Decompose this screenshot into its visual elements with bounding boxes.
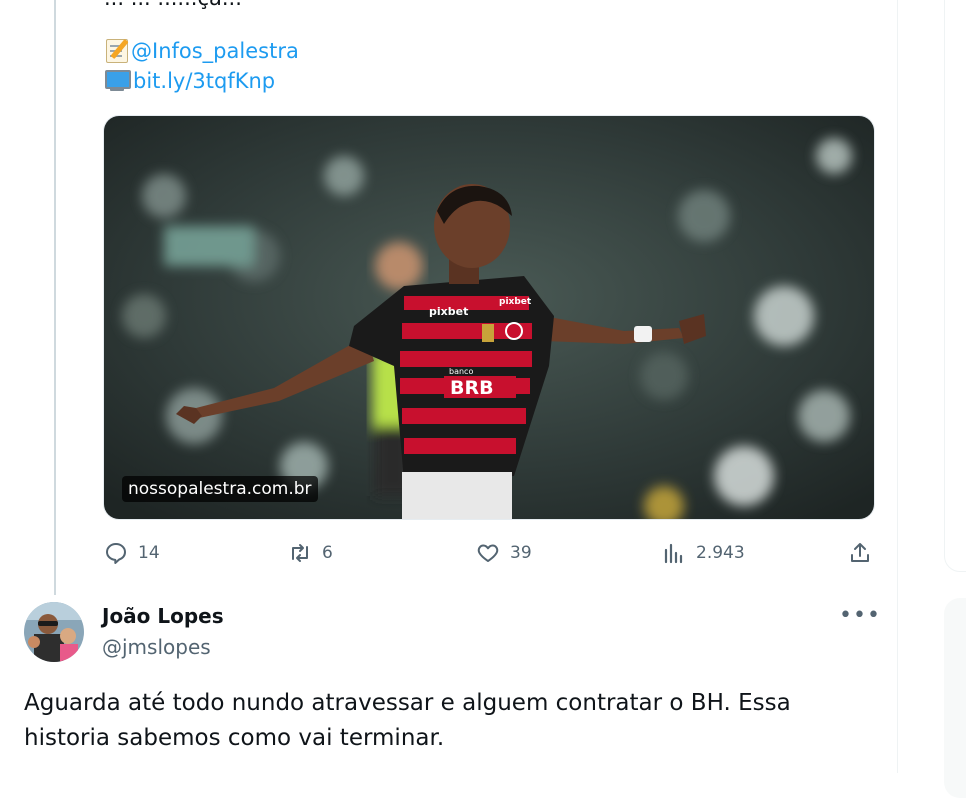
computer-icon	[104, 69, 131, 93]
timeline-column-border	[897, 0, 898, 773]
view-count: 2.943	[696, 543, 745, 563]
mention-link[interactable]: @Infos_palestra	[131, 39, 299, 63]
media-source-caption: nossopalestra.com.br	[122, 476, 318, 502]
player-photo: pixbet pixbet banco BRB	[104, 116, 874, 519]
views-button[interactable]: 2.943	[662, 536, 745, 570]
more-dots-icon: •••	[839, 603, 881, 628]
retweet-icon	[292, 544, 308, 562]
tweet-text-partial: ... ... ......çã...	[104, 0, 242, 10]
sidebar-card	[944, 0, 966, 572]
memo-icon	[106, 39, 128, 63]
like-button[interactable]: 39	[476, 536, 532, 570]
sponsor-text-2: pixbet	[499, 297, 532, 307]
tweet-link-row-2: bit.ly/3tqfKnp	[104, 67, 275, 95]
reply-button[interactable]: 14	[104, 536, 160, 570]
retweet-count: 6	[322, 543, 333, 563]
brb-text: BRB	[450, 377, 494, 399]
avatar[interactable]	[24, 602, 84, 662]
more-options-button[interactable]: •••	[839, 605, 880, 627]
tweet-media-card[interactable]: pixbet pixbet banco BRB nossopalestra.co…	[103, 115, 875, 520]
reply-author-name[interactable]: João Lopes	[102, 604, 224, 628]
retweet-button[interactable]: 6	[288, 536, 333, 570]
avatar-image	[24, 602, 84, 662]
like-count: 39	[510, 543, 532, 563]
reply-text: Aguarda até todo nundo atravessar e algu…	[24, 690, 791, 751]
sponsor-text: pixbet	[429, 305, 468, 318]
url-link[interactable]: bit.ly/3tqfKnp	[133, 69, 275, 93]
share-button[interactable]	[848, 536, 882, 570]
tweet-action-bar: 14 6 39 2.943	[104, 536, 874, 570]
reply-count: 14	[138, 543, 160, 563]
thread-connector-line	[54, 0, 56, 595]
analytics-icon	[664, 543, 683, 564]
heart-icon	[477, 544, 499, 562]
reply-author-handle[interactable]: @jmslopes	[102, 635, 211, 659]
share-icon	[851, 543, 869, 562]
reply-icon	[106, 543, 126, 564]
tweet-link-row-1: @Infos_palestra	[104, 37, 299, 65]
sidebar-card-secondary	[944, 598, 966, 798]
banco-text: banco	[449, 367, 473, 376]
